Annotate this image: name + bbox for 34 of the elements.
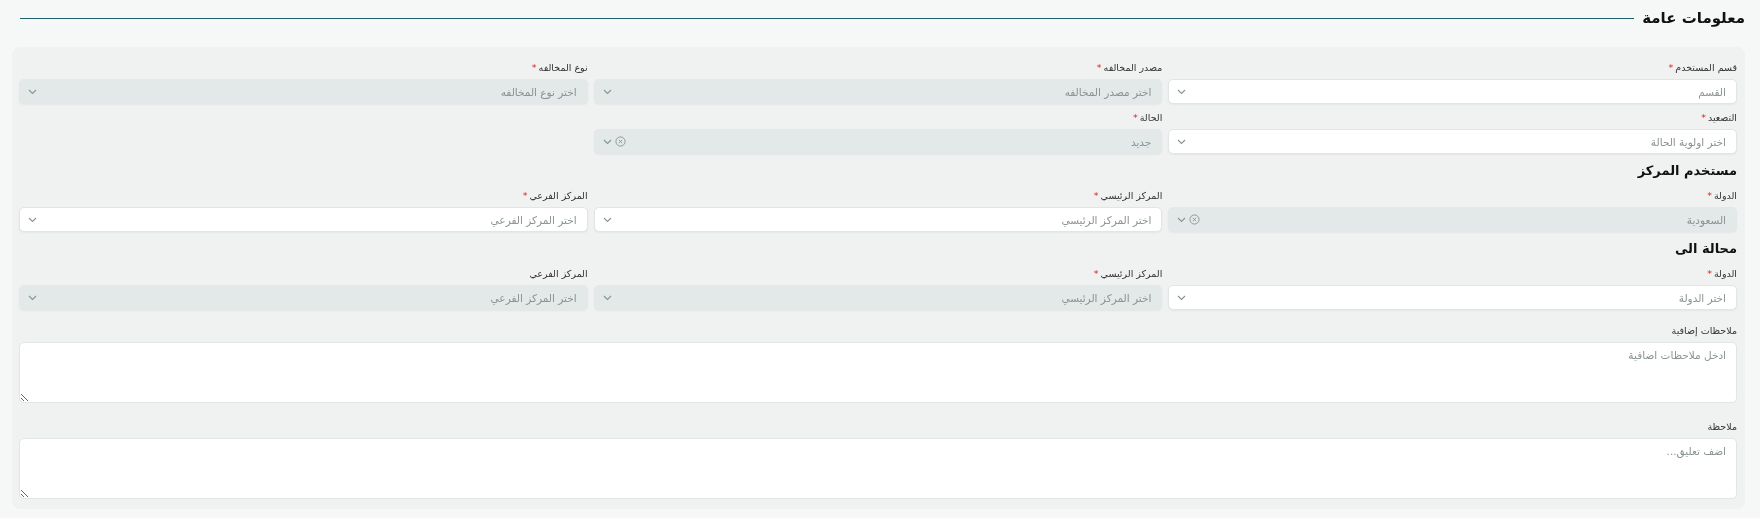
dropdown-field[interactable]: اختر المركز الرئيسي [593, 207, 1163, 232]
field-label: ملاحظات إضافية [1671, 324, 1737, 338]
section-heading: مستخدم المركز [1637, 163, 1737, 178]
field-label: المركز الفرعي [529, 267, 588, 281]
notes-field[interactable]: اضف تعليق... [19, 438, 1737, 499]
chevron-down-icon [28, 216, 37, 223]
chevron-down-icon [602, 216, 612, 223]
chevron-down-icon [1177, 294, 1187, 301]
chevron-down-icon [28, 88, 37, 95]
section-title: معلومات عامة [1642, 9, 1745, 27]
field-label: المركز الرئيسي * [1093, 189, 1163, 203]
dropdown-field[interactable]: اختر الدولة [1168, 285, 1737, 310]
section-heading: محالة الى [1674, 241, 1737, 256]
field-label: مصدر المخالفه * [1096, 61, 1163, 75]
chevron-down-icon [602, 294, 612, 301]
dropdown-field[interactable]: اختر اولوية الحالة [1168, 129, 1737, 154]
chevron-down-icon [602, 138, 612, 145]
field-label: ملاحظة [1707, 420, 1737, 434]
field-label: المركز الرئيسي * [1093, 267, 1163, 281]
field-label: قسم المستخدم * [1668, 61, 1737, 75]
chevron-down-icon [602, 88, 612, 95]
field-label: الحالة * [1133, 111, 1163, 125]
dropdown-field[interactable]: اختر المركز الفرعي [19, 207, 588, 232]
chevron-down-icon [1177, 216, 1187, 223]
field-label: نوع المخالفه * [531, 61, 588, 75]
chevron-down-icon [1177, 138, 1187, 145]
dropdown-field[interactable]: القسم [1168, 79, 1737, 104]
notes-field[interactable]: ادخل ملاحظات اضافية [19, 342, 1737, 403]
chevron-down-icon [1177, 88, 1187, 95]
field-label: الدولة * [1707, 267, 1737, 281]
field-label: التصعيد * [1701, 111, 1737, 125]
chevron-down-icon [28, 294, 37, 301]
field-label: المركز الفرعي * [522, 189, 588, 203]
field-label: الدولة * [1707, 189, 1737, 203]
